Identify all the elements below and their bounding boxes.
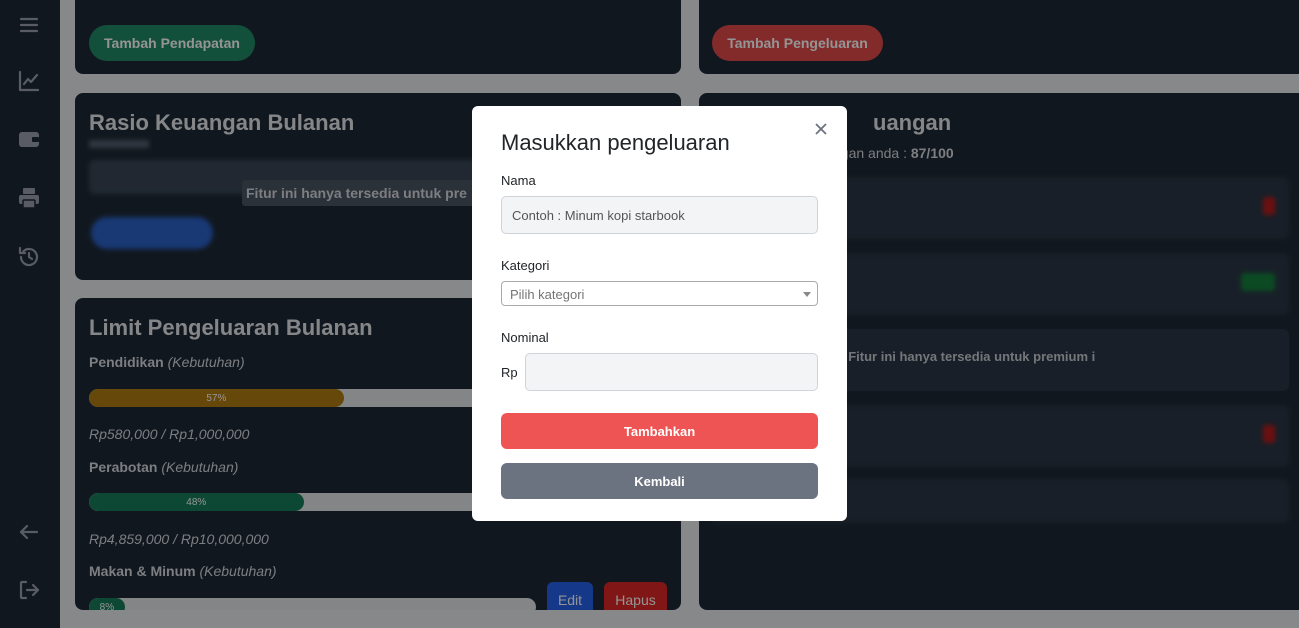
name-label: Nama — [501, 173, 536, 188]
name-input[interactable] — [501, 196, 818, 234]
currency-prefix: Rp — [501, 365, 518, 380]
expense-modal: Masukkan pengeluaran Nama Kategori Pilih… — [472, 106, 847, 521]
submit-button[interactable]: Tambahkan — [501, 413, 818, 449]
back-button[interactable]: Kembali — [501, 463, 818, 499]
modal-title: Masukkan pengeluaran — [501, 130, 730, 155]
category-select-value: Pilih kategori — [510, 287, 585, 302]
close-icon[interactable] — [814, 122, 832, 140]
nominal-input[interactable] — [525, 353, 818, 391]
chevron-down-icon — [803, 292, 811, 297]
nominal-label: Nominal — [501, 330, 549, 345]
category-select[interactable]: Pilih kategori — [501, 281, 818, 306]
category-label: Kategori — [501, 258, 550, 273]
